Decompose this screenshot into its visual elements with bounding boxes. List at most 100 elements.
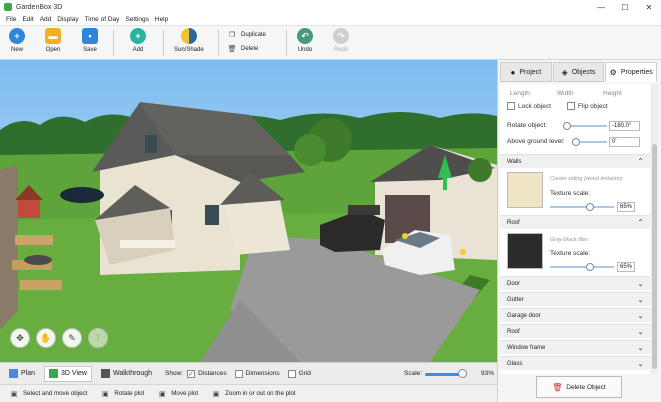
walkthrough-button[interactable]: Walkthrough <box>96 366 157 382</box>
scrollbar-thumb[interactable] <box>652 144 657 369</box>
distances-checkbox[interactable]: ✓ Distances <box>187 369 227 378</box>
gutter-section-header[interactable]: Gutter ⌄ <box>500 292 650 306</box>
redo-icon: ↷ <box>333 28 349 44</box>
layers-icon: ◈ <box>561 67 568 77</box>
maximize-button[interactable]: ☐ <box>613 0 637 14</box>
view-bar: Plan 3D View Walkthrough Show: ✓ Distanc… <box>0 362 497 384</box>
chevron-down-icon: ⌄ <box>637 343 644 352</box>
minimize-button[interactable]: — <box>589 0 613 14</box>
rotate-value-field[interactable]: -180.0° <box>609 121 640 131</box>
chevron-down-icon: ⌄ <box>637 327 644 336</box>
chevron-down-icon: ⌄ <box>637 279 644 288</box>
menu-time-of-day[interactable]: Time of Day <box>85 16 120 23</box>
gear-icon: ⚙ <box>609 67 617 77</box>
walk-icon <box>100 369 110 378</box>
roof2-section-header[interactable]: Roof ⌄ <box>500 324 650 338</box>
hand-pan-tool-icon[interactable]: ✋ <box>36 328 56 348</box>
panel-tabs: ● Project ◈ Objects ⚙ Properties <box>500 62 658 82</box>
scale-slider-handle[interactable] <box>458 369 467 378</box>
delete-object-button[interactable]: 🗑 Delete Object <box>536 376 622 398</box>
status-hint-move: ▣ Move plot <box>158 390 199 398</box>
properties-content[interactable]: Length Width Height Lock object Flip obj… <box>500 84 650 374</box>
tab-objects[interactable]: ◈ Objects <box>552 62 605 82</box>
save-icon: ▪ <box>82 28 98 44</box>
tab-properties[interactable]: ⚙ Properties <box>605 62 658 82</box>
3d-viewport[interactable]: ✥ ✋ ✎ T <box>0 60 497 362</box>
menu-file[interactable]: File <box>6 16 16 23</box>
walls-texture-slider-handle[interactable] <box>586 203 594 211</box>
menu-display[interactable]: Display <box>57 16 78 23</box>
above-ground-field[interactable]: 0' <box>609 137 640 147</box>
walls-material-name: Cream siding (wood imitation) <box>550 176 623 182</box>
above-ground-label: Above ground level: <box>507 138 565 145</box>
roof-section-header[interactable]: Roof ⌃ <box>500 215 650 229</box>
lock-object-checkbox[interactable]: Lock object <box>507 102 551 110</box>
close-button[interactable]: ✕ <box>637 0 661 14</box>
add-button[interactable]: + Add <box>130 28 146 53</box>
garden-scene-image <box>0 60 497 362</box>
redo-button[interactable]: ↷ Redo <box>333 28 349 53</box>
new-button[interactable]: + New <box>9 28 25 53</box>
menu-edit[interactable]: Edit <box>22 16 33 23</box>
height-label: Height <box>603 90 622 97</box>
walls-texture-slider[interactable] <box>550 206 614 208</box>
chevron-up-icon: ⌃ <box>637 157 644 166</box>
grid-checkbox[interactable]: Grid <box>287 369 311 378</box>
view-tools: ✥ ✋ ✎ T <box>10 328 114 348</box>
measure-tool-icon[interactable]: ✎ <box>62 328 82 348</box>
mouse-right-icon: ▣ <box>102 390 109 398</box>
delete-button[interactable]: 🗑 Delete <box>227 45 259 53</box>
width-label: Width <box>557 90 574 97</box>
text-tool-icon[interactable]: T <box>88 328 108 348</box>
walls-material-swatch[interactable] <box>507 172 543 208</box>
dimensions-checkbox[interactable]: Dimensions <box>234 369 280 378</box>
status-hint-select: ▣ Select and move object <box>10 390 88 398</box>
rotate-slider[interactable] <box>565 125 607 127</box>
chevron-up-icon: ⌃ <box>637 218 644 227</box>
tab-project[interactable]: ● Project <box>500 62 552 82</box>
scale-value: 93% <box>481 370 495 377</box>
mouse-left-icon: ▣ <box>10 390 18 398</box>
window-frame-section-header[interactable]: Window frame ⌄ <box>500 340 650 354</box>
folder-icon: ▬ <box>45 28 61 44</box>
select-move-tool-icon[interactable]: ✥ <box>10 328 30 348</box>
open-button[interactable]: ▬ Open <box>45 28 61 53</box>
panel-scrollbar[interactable] <box>651 84 658 374</box>
roof-texture-value[interactable]: 65% <box>617 262 635 272</box>
main-toolbar: + New ▬ Open ▪ Save + Add Sun/Shade ❐ Du… <box>0 26 661 60</box>
roof-material-swatch[interactable] <box>507 233 543 269</box>
roof-texture-slider[interactable] <box>550 266 614 268</box>
window-title: GardenBox 3D <box>16 3 63 11</box>
menu-settings[interactable]: Settings <box>125 16 149 23</box>
garage-door-section-header[interactable]: Garage door ⌄ <box>500 308 650 322</box>
trash-icon: 🗑 <box>552 382 563 392</box>
duplicate-icon: ❐ <box>228 32 236 39</box>
check-icon: ✓ <box>187 369 196 378</box>
menu-bar: File Edit Add Display Time of Day Settin… <box>0 14 661 26</box>
above-ground-slider-handle[interactable] <box>572 138 580 146</box>
plan-icon <box>9 369 18 378</box>
rotate-slider-handle[interactable] <box>563 122 571 130</box>
undo-icon: ↶ <box>297 28 313 44</box>
scale-label: Scale: <box>404 370 423 377</box>
walls-section-header[interactable]: Walls ⌃ <box>500 154 650 168</box>
save-button[interactable]: ▪ Save <box>82 28 98 53</box>
duplicate-button[interactable]: ❐ Duplicate <box>228 31 266 39</box>
roof-texture-slider-handle[interactable] <box>586 263 594 271</box>
walls-texture-value[interactable]: 65% <box>617 202 635 212</box>
add-icon: + <box>130 28 146 44</box>
roof-texture-label: Texture scale: <box>550 250 591 257</box>
menu-add[interactable]: Add <box>40 16 52 23</box>
3d-view-button[interactable]: 3D View <box>44 365 92 382</box>
flip-object-checkbox[interactable]: Flip object <box>567 102 608 110</box>
trash-icon: 🗑 <box>227 46 237 53</box>
plan-view-button[interactable]: Plan <box>4 366 40 382</box>
sun-shade-button[interactable]: Sun/Shade <box>174 28 204 53</box>
menu-help[interactable]: Help <box>155 16 168 23</box>
undo-button[interactable]: ↶ Undo <box>297 28 313 53</box>
length-label: Length <box>510 90 530 97</box>
status-hint-zoom: ▣ Zoom in or out on the plot <box>212 390 296 398</box>
door-section-header[interactable]: Door ⌄ <box>500 276 650 290</box>
rotate-label: Rotate object: <box>507 122 548 129</box>
glass-section-header[interactable]: Glass ⌄ <box>500 356 650 370</box>
